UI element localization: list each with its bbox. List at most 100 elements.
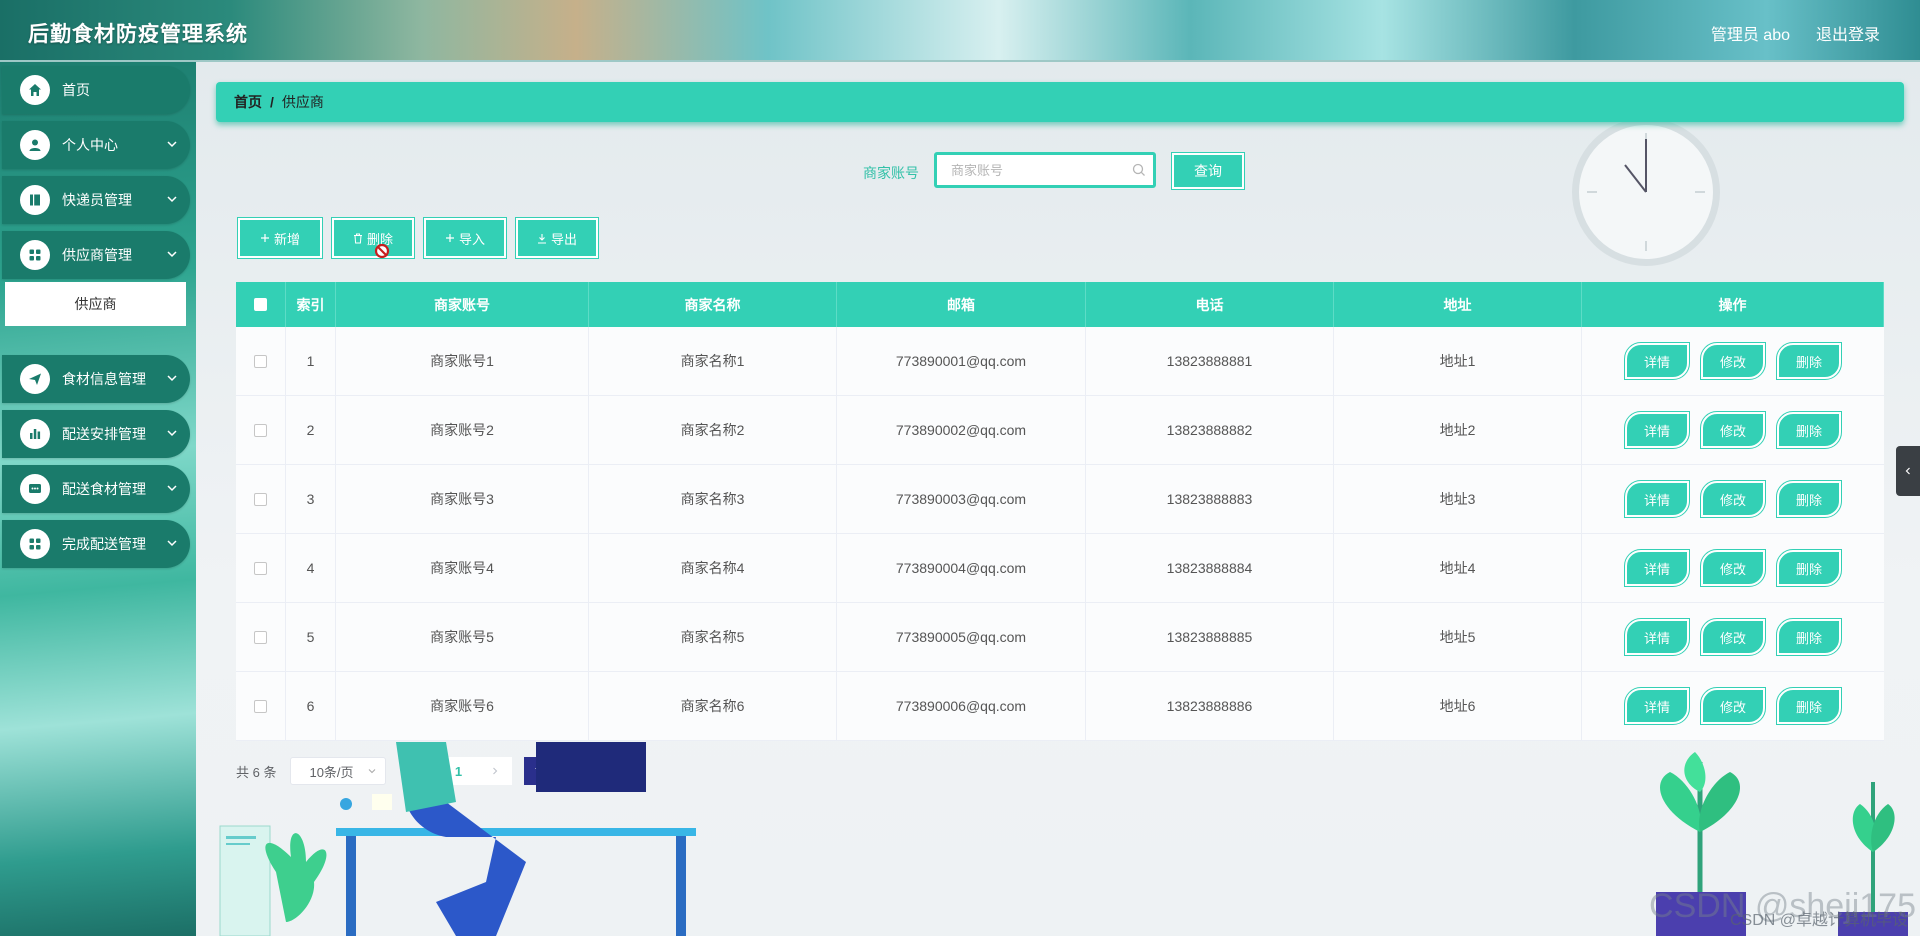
collapse-panel-handle[interactable] xyxy=(1896,446,1920,496)
cell-index: 6 xyxy=(286,672,336,740)
cell-email: 773890003@qq.com xyxy=(837,465,1086,533)
export-button-label: 导出 xyxy=(550,231,577,247)
breadcrumb-home[interactable]: 首页 xyxy=(234,92,262,112)
header-index: 索引 xyxy=(286,282,336,327)
cell-actions: 详情 修改 删除 xyxy=(1582,465,1884,533)
sidebar-item-label: 完成配送管理 xyxy=(62,536,146,552)
detail-button[interactable]: 详情 xyxy=(1624,411,1690,449)
row-checkbox[interactable] xyxy=(254,423,267,437)
sidebar-item-delivery-schedule[interactable]: 配送安排管理 xyxy=(2,410,190,458)
row-delete-button[interactable]: 删除 xyxy=(1776,687,1842,725)
cell-address: 地址3 xyxy=(1334,465,1582,533)
detail-button[interactable]: 详情 xyxy=(1624,480,1690,518)
import-button[interactable]: 导入 xyxy=(423,217,507,259)
main-content: 首页 / 供应商 商家账号 查询 新增 删除 导入 导出 索引 商家账号 商家名… xyxy=(196,62,1920,936)
detail-button[interactable]: 详情 xyxy=(1624,687,1690,725)
supplier-table: 索引 商家账号 商家名称 邮箱 电话 地址 操作 1 商家账号1 商家名称1 7738… xyxy=(236,282,1884,741)
sidebar-item-delivery-food[interactable]: 配送食材管理 xyxy=(2,465,190,513)
import-button-label: 导入 xyxy=(458,231,485,247)
cell-actions: 详情 修改 删除 xyxy=(1582,327,1884,395)
logout-link[interactable]: 退出登录 xyxy=(1816,21,1880,45)
table-row: 3 商家账号3 商家名称3 773890003@qq.com 13823888883 地址… xyxy=(236,465,1884,534)
row-delete-button[interactable]: 删除 xyxy=(1776,549,1842,587)
book-icon xyxy=(20,185,50,215)
edit-button[interactable]: 修改 xyxy=(1700,618,1766,656)
row-delete-button[interactable]: 删除 xyxy=(1776,480,1842,518)
cell-email: 773890005@qq.com xyxy=(837,603,1086,671)
delete-button[interactable]: 删除 xyxy=(331,217,415,259)
download-icon xyxy=(537,233,546,244)
row-checkbox[interactable] xyxy=(254,492,267,506)
header-address: 地址 xyxy=(1334,282,1582,327)
chevron-down-icon xyxy=(167,430,177,437)
query-button[interactable]: 查询 xyxy=(1171,152,1245,190)
cell-phone: 13823888886 xyxy=(1086,672,1334,740)
header-phone: 电话 xyxy=(1086,282,1334,327)
edit-button[interactable]: 修改 xyxy=(1700,411,1766,449)
sidebar-item-label: 配送食材管理 xyxy=(62,481,146,497)
row-checkbox[interactable] xyxy=(254,561,267,575)
chevron-down-icon xyxy=(167,251,177,258)
cell-account: 商家账号3 xyxy=(336,465,589,533)
search-input[interactable] xyxy=(934,152,1156,188)
cell-phone: 13823888882 xyxy=(1086,396,1334,464)
sidebar-item-home[interactable]: 首页 xyxy=(2,66,190,114)
cell-phone: 13823888885 xyxy=(1086,603,1334,671)
row-delete-button[interactable]: 删除 xyxy=(1776,618,1842,656)
cell-name: 商家名称4 xyxy=(589,534,837,602)
office-illustration xyxy=(219,742,696,936)
row-checkbox[interactable] xyxy=(254,630,267,644)
cell-index: 3 xyxy=(286,465,336,533)
breadcrumb-separator: / xyxy=(270,94,274,110)
user-icon xyxy=(20,130,50,160)
sidebar-item-courier[interactable]: 快递员管理 xyxy=(2,176,190,224)
breadcrumb-current: 供应商 xyxy=(281,94,324,110)
cell-actions: 详情 修改 删除 xyxy=(1582,396,1884,464)
edit-button[interactable]: 修改 xyxy=(1700,342,1766,380)
cell-account: 商家账号2 xyxy=(336,396,589,464)
trash-icon xyxy=(353,233,362,243)
cell-name: 商家名称1 xyxy=(589,327,837,395)
forbidden-cursor-icon xyxy=(374,243,390,259)
header-name: 商家名称 xyxy=(589,282,837,327)
row-checkbox[interactable] xyxy=(254,354,267,368)
detail-button[interactable]: 详情 xyxy=(1624,549,1690,587)
cell-index: 1 xyxy=(286,327,336,395)
edit-button[interactable]: 修改 xyxy=(1700,480,1766,518)
sidebar-item-food-info[interactable]: 食材信息管理 xyxy=(2,355,190,403)
clock-illustration xyxy=(1572,118,1720,266)
row-select-cell xyxy=(236,465,286,533)
top-header: 后勤食材防疫管理系统 管理员 abo 退出登录 xyxy=(0,0,1920,62)
cell-name: 商家名称2 xyxy=(589,396,837,464)
add-button[interactable]: 新增 xyxy=(237,217,323,259)
cell-address: 地址5 xyxy=(1334,603,1582,671)
table-row: 5 商家账号5 商家名称5 773890005@qq.com 13823888885 地址… xyxy=(236,603,1884,672)
search-label: 商家账号 xyxy=(863,165,919,181)
row-delete-button[interactable]: 删除 xyxy=(1776,342,1842,380)
sidebar-item-label: 快递员管理 xyxy=(62,192,132,208)
cell-phone: 13823888884 xyxy=(1086,534,1334,602)
chevron-down-icon xyxy=(167,485,177,492)
cell-name: 商家名称6 xyxy=(589,672,837,740)
edit-button[interactable]: 修改 xyxy=(1700,687,1766,725)
header-select-all-cell xyxy=(236,282,286,327)
chevron-left-icon xyxy=(1905,467,1910,475)
cell-name: 商家名称3 xyxy=(589,465,837,533)
add-button-label: 新增 xyxy=(273,231,300,247)
table-row: 2 商家账号2 商家名称2 773890002@qq.com 13823888882 地址… xyxy=(236,396,1884,465)
edit-button[interactable]: 修改 xyxy=(1700,549,1766,587)
detail-button[interactable]: 详情 xyxy=(1624,342,1690,380)
sidebar-subitem-supplier[interactable]: 供应商 xyxy=(5,282,186,326)
sidebar-item-supplier-management[interactable]: 供应商管理 xyxy=(2,231,190,279)
sidebar-item-label: 个人中心 xyxy=(62,137,118,153)
cell-email: 773890001@qq.com xyxy=(837,327,1086,395)
chevron-down-icon xyxy=(167,375,177,382)
select-all-checkbox[interactable] xyxy=(254,298,267,311)
export-button[interactable]: 导出 xyxy=(515,217,599,259)
chevron-down-icon xyxy=(167,196,177,203)
detail-button[interactable]: 详情 xyxy=(1624,618,1690,656)
sidebar-item-personal-center[interactable]: 个人中心 xyxy=(2,121,190,169)
sidebar-item-completed-delivery[interactable]: 完成配送管理 xyxy=(2,520,190,568)
row-checkbox[interactable] xyxy=(254,699,267,713)
row-delete-button[interactable]: 删除 xyxy=(1776,411,1842,449)
